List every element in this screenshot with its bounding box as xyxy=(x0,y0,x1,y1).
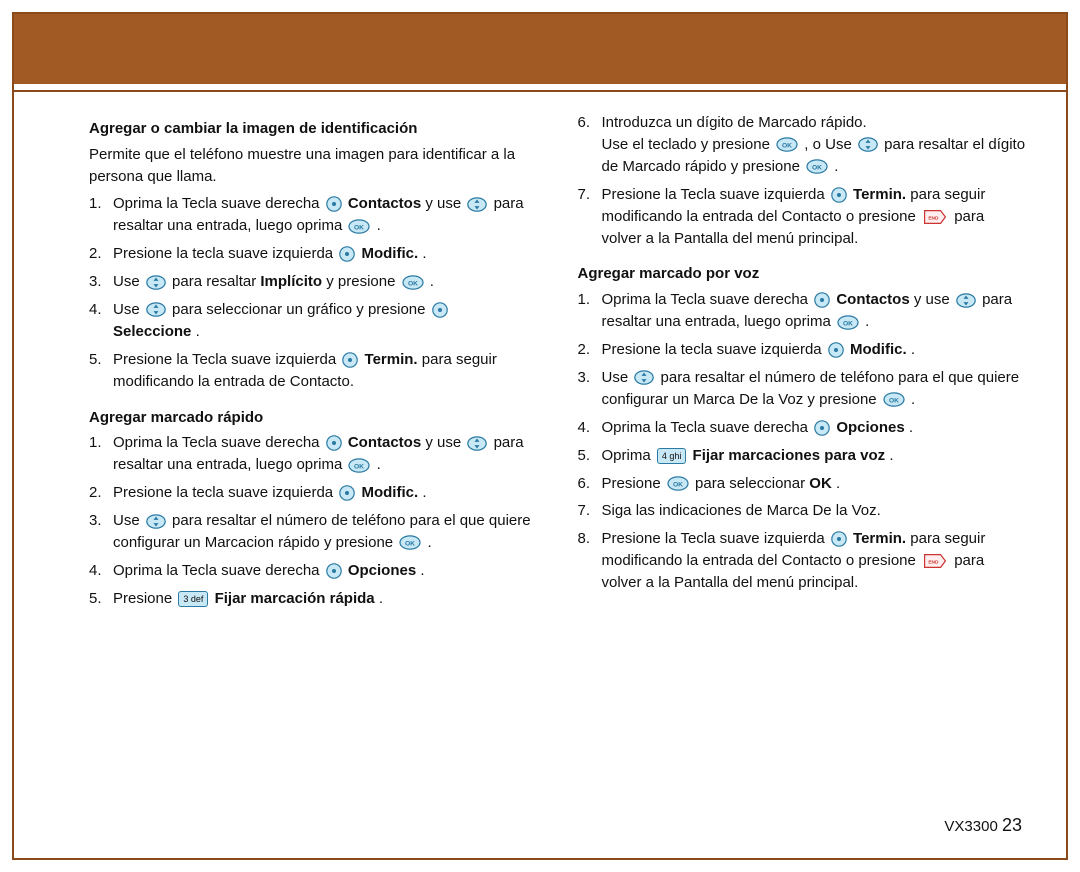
list-item: Oprima la Tecla suave derecha Opciones . xyxy=(602,417,1027,439)
ok-icon xyxy=(348,219,370,234)
list-item: Presione para seleccionar OK . xyxy=(602,473,1027,495)
list-item: Oprima la Tecla suave derecha Contactos … xyxy=(602,289,1027,333)
section2-title: Agregar marcado rápido xyxy=(89,407,538,429)
softkey-icon xyxy=(831,531,847,547)
ok-icon xyxy=(806,159,828,174)
section3-title: Agregar marcado por voz xyxy=(578,263,1027,285)
softkey-icon xyxy=(326,435,342,451)
content-area: Agregar o cambiar la imagen de identific… xyxy=(14,92,1066,626)
softkey-icon xyxy=(326,563,342,579)
softkey-icon xyxy=(831,187,847,203)
list-item: Presione la Tecla suave izquierda Termin… xyxy=(113,349,538,393)
header-banner xyxy=(14,14,1066,84)
ok-icon xyxy=(883,392,905,407)
ok-icon xyxy=(667,476,689,491)
list-item: Use para resaltar el número de teléfono … xyxy=(602,367,1027,411)
softkey-icon xyxy=(432,302,448,318)
ok-icon xyxy=(837,315,859,330)
section3-list: 1. Oprima la Tecla suave derecha Contact… xyxy=(578,289,1027,594)
page-frame: Agregar o cambiar la imagen de identific… xyxy=(12,12,1068,860)
softkey-icon xyxy=(339,485,355,501)
nav-icon xyxy=(467,197,487,212)
key-3-icon: 3 def xyxy=(178,591,208,607)
list-item: Use para resaltar Implícito y presione . xyxy=(113,271,538,293)
list-item: Presione la Tecla suave izquierda Termin… xyxy=(602,184,1027,250)
softkey-icon xyxy=(814,420,830,436)
list-item: Oprima la Tecla suave derecha Contactos … xyxy=(113,193,538,237)
list-item: Presione la Tecla suave izquierda Termin… xyxy=(602,528,1027,594)
section2-list-right: 6. Introduzca un dígito de Marcado rápid… xyxy=(578,112,1027,249)
list-item: Presione la tecla suave izquierda Modifi… xyxy=(113,243,538,265)
key-4-icon: 4 ghi xyxy=(657,448,687,464)
right-column: 6. Introduzca un dígito de Marcado rápid… xyxy=(578,112,1027,616)
list-item: Use para seleccionar un gráfico y presio… xyxy=(113,299,538,343)
list-item: Oprima la Tecla suave derecha Contactos … xyxy=(113,432,538,476)
list-item: Presione la tecla suave izquierda Modifi… xyxy=(602,339,1027,361)
ok-icon xyxy=(402,275,424,290)
list-item: Use para resaltar el número de teléfono … xyxy=(113,510,538,554)
page-footer: VX3300 23 xyxy=(944,815,1022,836)
section1-title: Agregar o cambiar la imagen de identific… xyxy=(89,118,538,140)
section1-intro: Permite que el teléfono muestre una imag… xyxy=(89,144,538,188)
nav-icon xyxy=(146,275,166,290)
end-icon xyxy=(922,553,948,569)
left-column: Agregar o cambiar la imagen de identific… xyxy=(89,112,538,616)
page-number: 23 xyxy=(1002,815,1022,835)
nav-icon xyxy=(956,293,976,308)
list-item: Siga las indicaciones de Marca De la Voz… xyxy=(602,500,1027,522)
ok-icon xyxy=(348,458,370,473)
list-item: Introduzca un dígito de Marcado rápido. … xyxy=(602,112,1027,178)
nav-icon xyxy=(634,370,654,385)
softkey-icon xyxy=(326,196,342,212)
softkey-icon xyxy=(828,342,844,358)
list-item: Oprima la Tecla suave derecha Opciones . xyxy=(113,560,538,582)
ok-icon xyxy=(776,137,798,152)
nav-icon xyxy=(146,302,166,317)
nav-icon xyxy=(858,137,878,152)
nav-icon xyxy=(146,514,166,529)
list-item: Presione 3 def Fijar marcación rápida . xyxy=(113,588,538,610)
list-item: Oprima 4 ghi Fijar marcaciones para voz … xyxy=(602,445,1027,467)
nav-icon xyxy=(467,436,487,451)
list-item: Presione la tecla suave izquierda Modifi… xyxy=(113,482,538,504)
end-icon xyxy=(922,209,948,225)
section2-list-left: 1. Oprima la Tecla suave derecha Contact… xyxy=(89,432,538,609)
softkey-icon xyxy=(342,352,358,368)
softkey-icon xyxy=(339,246,355,262)
softkey-icon xyxy=(814,292,830,308)
ok-icon xyxy=(399,535,421,550)
section1-list: 1. Oprima la Tecla suave derecha Contact… xyxy=(89,193,538,392)
model-label: VX3300 xyxy=(944,818,997,835)
